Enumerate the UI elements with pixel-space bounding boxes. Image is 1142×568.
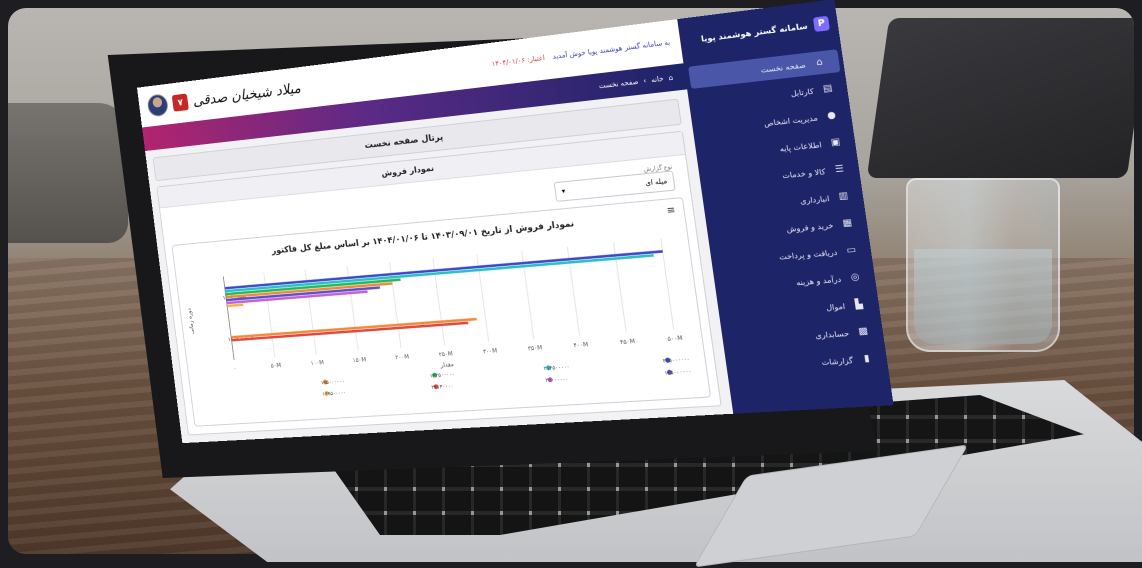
legend-label: ۱۶۹۵۰۰۰۰۰ bbox=[322, 390, 346, 397]
sidebar-item-label: دریافت و پرداخت bbox=[778, 247, 837, 261]
brand-name: سامانه گستر هوشمند پویا bbox=[700, 21, 808, 43]
legend-label: ۱۹۵۰۰۰۰۰۰ bbox=[321, 379, 345, 386]
card-icon: ▭ bbox=[844, 245, 859, 256]
report-type-select[interactable]: میله ای ▾ bbox=[554, 170, 676, 201]
lock-icon: ▣ bbox=[828, 137, 842, 149]
inbox-icon: ▤ bbox=[820, 83, 834, 95]
legend-label: ۲۴۵۰۰۰۰۰۰ bbox=[662, 357, 690, 365]
chart-icon: ▮ bbox=[860, 353, 875, 364]
report-type-value: میله ای bbox=[645, 177, 668, 187]
sales-chart-card: نمودار فروش نوع گزارش میله ای ▾ ≡ نمودار… bbox=[156, 131, 721, 436]
cart-icon: ▦ bbox=[840, 218, 855, 230]
x-tick-label: ۰ bbox=[234, 366, 238, 372]
bar bbox=[225, 254, 654, 292]
x-tick-label: ۵۰۰M bbox=[667, 336, 683, 343]
breadcrumb-home[interactable]: خانه bbox=[651, 75, 664, 84]
legend-label: ۱۶۴۵۰۰۰۰۰ bbox=[430, 372, 455, 380]
sidebar-item-label: درآمد و هزینه bbox=[796, 274, 842, 287]
sidebar-item-reports[interactable]: ▮ گزارشات bbox=[725, 346, 888, 379]
x-tick-label: ۴۵۰M bbox=[620, 339, 636, 346]
sidebar-item-label: گزارشات bbox=[821, 355, 854, 366]
bar bbox=[231, 322, 468, 342]
legend-label: ۲۵۰۰۰۰۰۰ bbox=[545, 376, 569, 384]
sidebar-item-label: حسابداری bbox=[815, 328, 850, 340]
coin-icon: ◎ bbox=[848, 272, 863, 283]
x-tick-label: ۳۵۰M bbox=[528, 345, 543, 352]
x-tick-label: ۴۰۰M bbox=[573, 342, 588, 349]
home-icon[interactable]: ⌂ bbox=[668, 74, 674, 83]
expire-text: اعتبار: ۱۴۰۴/۰۱/۰۶ bbox=[491, 54, 545, 68]
notification-badge[interactable]: ۷ bbox=[172, 93, 189, 111]
legend-label: ۱۴۵۰۰۰۰۰۰ bbox=[664, 369, 692, 377]
x-tick-label: ۲۰۰M bbox=[395, 354, 409, 361]
chart-container: ≡ نمودار فروش از تاریخ ۱۴۰۳/۰۹/۰۱ تا ۱۴۰… bbox=[171, 197, 711, 427]
sidebar-item-label: مدیریت اشخاص bbox=[763, 113, 818, 128]
breadcrumb-current: صفحه نخست bbox=[598, 78, 639, 91]
x-tick-label: ۳۰۰M bbox=[483, 348, 498, 355]
warehouse-icon: ▥ bbox=[836, 191, 850, 203]
x-tick-label: ۱۵۰M bbox=[352, 357, 366, 364]
chevron-down-icon: ▾ bbox=[561, 187, 566, 195]
legend-label: ۲۴۱۳۰۰۰۰ bbox=[431, 384, 454, 391]
laptop-screen: P سامانه گستر هوشمند پویا به سامانه گستر… bbox=[118, 40, 858, 430]
y-axis-label: دوره زمانی bbox=[187, 308, 196, 335]
sales-bar-chart: نمودار فروش از تاریخ ۱۴۰۳/۰۹/۰۱ تا ۱۴۰۴/… bbox=[172, 198, 712, 416]
bar bbox=[227, 303, 243, 307]
avatar[interactable] bbox=[146, 93, 169, 117]
background-monitor bbox=[867, 18, 1134, 178]
app-window: P سامانه گستر هوشمند پویا به سامانه گستر… bbox=[137, 0, 894, 443]
calculator-icon: ▩ bbox=[856, 326, 871, 337]
x-tick-label: ۵۰M bbox=[271, 363, 282, 369]
sidebar-item-label: کالا و خدمات bbox=[782, 166, 826, 179]
user-icon: ● bbox=[824, 110, 838, 122]
brand-logo-icon: P bbox=[813, 16, 830, 32]
x-axis-label: مقدار bbox=[439, 362, 454, 369]
x-tick-label: ۱۰۰M bbox=[310, 360, 324, 367]
bar bbox=[225, 250, 663, 289]
sidebar-item-label: صفحه نخست bbox=[760, 60, 806, 74]
sidebar-item-label: اموال bbox=[825, 301, 845, 312]
main-content: پرتال صفحه نخست نمودار فروش نوع گزارش می… bbox=[153, 99, 722, 438]
chart-title: نمودار فروش از تاریخ ۱۴۰۳/۰۹/۰۱ تا ۱۴۰۴/… bbox=[270, 219, 575, 256]
building-icon: ▙ bbox=[852, 299, 867, 310]
x-tick-label: ۲۵۰M bbox=[439, 351, 454, 358]
background-chair bbox=[8, 103, 128, 243]
sidebar-item-label: خرید و فروش bbox=[786, 220, 834, 233]
water-glass bbox=[906, 178, 1060, 352]
legend-label: ۲۱۴۵۰۰۰۰۰ bbox=[543, 364, 570, 372]
breadcrumb-separator: › bbox=[643, 77, 647, 85]
home-icon: ⌂ bbox=[812, 57, 826, 69]
sidebar-item-label: کارتابل bbox=[790, 86, 814, 98]
user-signature: میلاد شیخیان صدقی bbox=[192, 79, 302, 109]
sidebar-item-label: انبارداری bbox=[799, 193, 830, 205]
welcome-text: به سامانه گستر هوشمند پویا خوش آمدید bbox=[552, 38, 671, 60]
sidebar-item-label: اطلاعات پایه bbox=[779, 140, 822, 153]
grid-icon: ☰ bbox=[832, 164, 846, 176]
